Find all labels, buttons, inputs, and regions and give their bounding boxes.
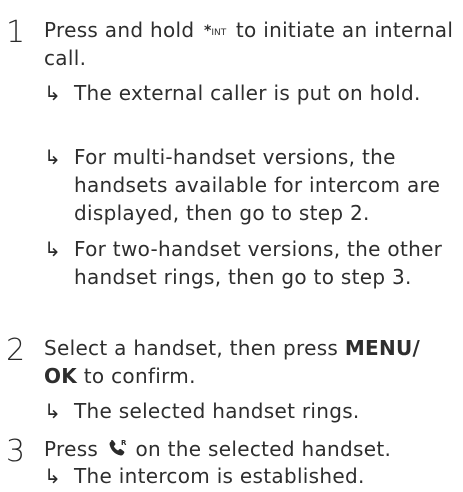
result-arrow-icon: ↳ (44, 464, 61, 488)
result-arrow-icon: ↳ (44, 399, 61, 423)
result-text: The intercom is established. (74, 464, 365, 488)
instruction-page: 1 Press and hold *INT to initiate an int… (0, 0, 463, 492)
result-item: ↳ For multi-handset versions, the handse… (44, 143, 456, 227)
star-int-key-icon: *INT (204, 23, 227, 39)
result-text: The selected handset rings. (74, 399, 360, 423)
result-arrow-icon: ↳ (44, 81, 61, 105)
talk-key-icon: R (107, 437, 127, 465)
instruction-text: to confirm. (83, 364, 196, 388)
svg-text:R: R (121, 439, 127, 447)
result-text: For multi-handset versions, the handsets… (74, 145, 441, 225)
step-instruction: Press and hold *INT to initiate an inter… (44, 16, 456, 72)
result-item: ↳ For two-handset versions, the other ha… (44, 235, 456, 319)
instruction-text: on the selected handset. (135, 437, 392, 461)
step-number: 1 (6, 15, 26, 50)
result-item: ↳ The external caller is put on hold. (44, 79, 456, 135)
result-text: For two-handset versions, the other hand… (74, 237, 443, 289)
step-instruction: Select a handset, then press MENU/ OK to… (44, 334, 456, 390)
result-arrow-icon: ↳ (44, 145, 61, 169)
instruction-text: Select a handset, then press (44, 336, 339, 360)
instruction-text: Press and hold (44, 18, 195, 42)
result-item: ↳ The intercom is established. (44, 462, 456, 490)
step-instruction: Press R on the selected handset. (44, 435, 456, 463)
step-number: 2 (6, 333, 26, 368)
result-arrow-icon: ↳ (44, 237, 61, 261)
result-item: ↳ The selected handset rings. (44, 397, 456, 425)
result-text: The external caller is put on hold. (74, 81, 421, 105)
instruction-text: Press (44, 437, 99, 461)
step-number: 3 (6, 434, 26, 469)
